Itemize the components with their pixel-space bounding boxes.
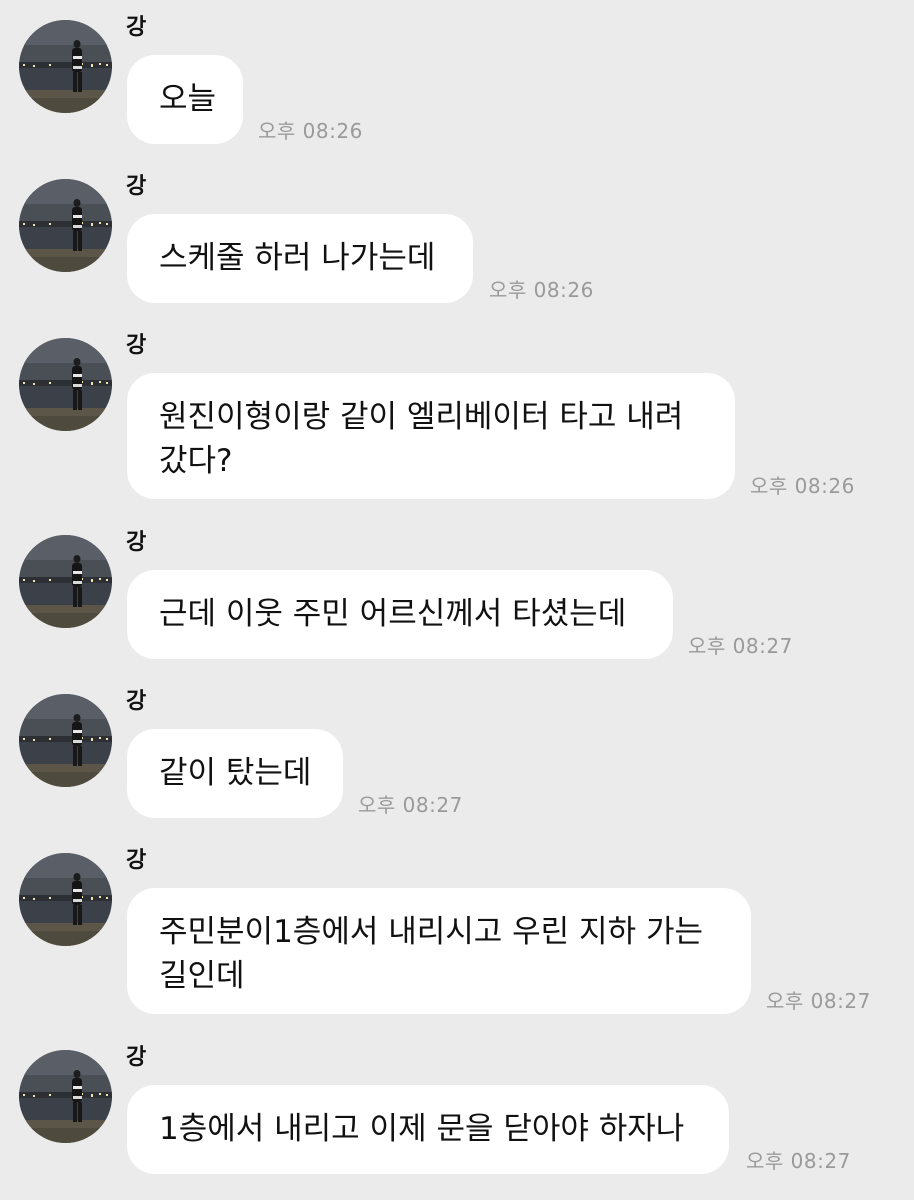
- message-text: 근데 이웃 주민 어르신께서 타셨는데: [159, 596, 627, 632]
- sender-name: 강: [126, 848, 147, 873]
- timestamp: 오후 08:27: [358, 793, 463, 817]
- profile-photo-icon: [19, 338, 112, 431]
- sender-name: 강: [126, 530, 147, 555]
- avatar[interactable]: [19, 694, 112, 787]
- sender-name: 강: [126, 15, 147, 40]
- message-bubble[interactable]: 스케줄 하러 나가는데: [127, 214, 473, 303]
- profile-photo-icon: [19, 853, 112, 946]
- avatar[interactable]: [19, 1050, 112, 1143]
- avatar[interactable]: [19, 20, 112, 113]
- message-text-continued: 길인데: [159, 958, 245, 994]
- profile-photo-icon: [19, 1050, 112, 1143]
- timestamp: 오후 08:26: [258, 119, 363, 143]
- sender-name: 강: [126, 174, 147, 199]
- message-text: 같이 탔는데: [159, 755, 312, 791]
- message-bubble[interactable]: 주민분이1층에서 내리시고 우린 지하 가는 길인데: [127, 888, 751, 1014]
- message-bubble[interactable]: 1층에서 내리고 이제 문을 닫아야 하자나: [127, 1085, 729, 1174]
- timestamp: 오후 08:27: [688, 634, 793, 658]
- profile-photo-icon: [19, 535, 112, 628]
- avatar[interactable]: [19, 338, 112, 431]
- profile-photo-icon: [19, 20, 112, 113]
- message-bubble[interactable]: 원진이형이랑 같이 엘리베이터 타고 내려 갔다?: [127, 373, 735, 499]
- avatar[interactable]: [19, 535, 112, 628]
- avatar[interactable]: [19, 853, 112, 946]
- message-text: 1층에서 내리고 이제 문을 닫아야 하자나: [159, 1111, 685, 1147]
- message-bubble[interactable]: 근데 이웃 주민 어르신께서 타셨는데: [127, 570, 673, 659]
- timestamp: 오후 08:26: [750, 474, 855, 498]
- sender-name: 강: [126, 689, 147, 714]
- sender-name: 강: [126, 333, 147, 358]
- timestamp: 오후 08:27: [746, 1149, 851, 1173]
- sender-name: 강: [126, 1045, 147, 1070]
- avatar[interactable]: [19, 179, 112, 272]
- message-bubble[interactable]: 같이 탔는데: [127, 729, 343, 818]
- timestamp: 오후 08:27: [766, 989, 871, 1013]
- message-text: 오늘: [159, 81, 217, 117]
- profile-photo-icon: [19, 694, 112, 787]
- profile-photo-icon: [19, 179, 112, 272]
- message-text: 스케줄 하러 나가는데: [159, 240, 436, 276]
- message-text: 주민분이1층에서 내리시고 우린 지하 가는: [159, 914, 703, 950]
- timestamp: 오후 08:26: [489, 278, 594, 302]
- message-bubble[interactable]: 오늘: [127, 55, 243, 144]
- message-text-continued: 갔다?: [159, 443, 233, 479]
- message-text: 원진이형이랑 같이 엘리베이터 타고 내려: [159, 399, 684, 435]
